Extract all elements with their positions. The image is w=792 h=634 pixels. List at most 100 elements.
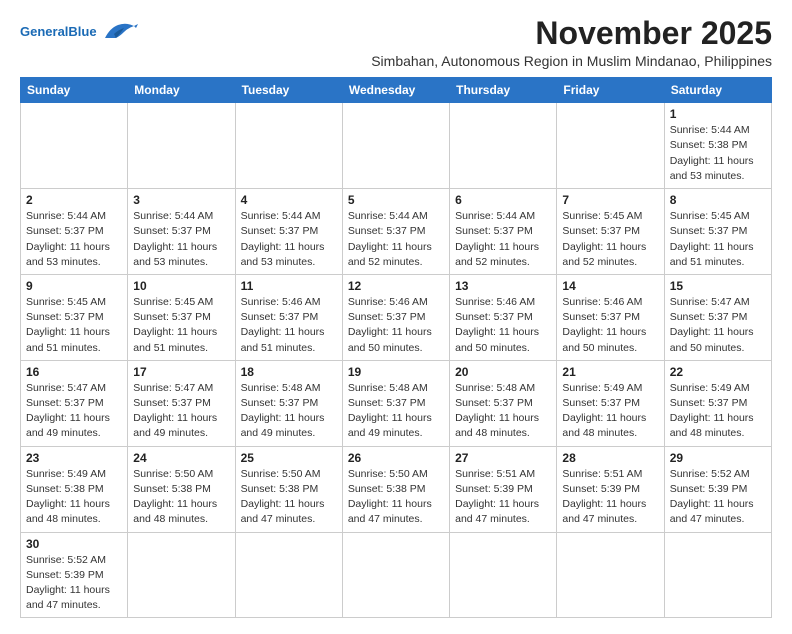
calendar-cell: 16Sunrise: 5:47 AMSunset: 5:37 PMDayligh… — [21, 360, 128, 446]
day-number: 22 — [670, 365, 766, 379]
logo-blue: Blue — [68, 24, 96, 39]
weekday-header-sunday: Sunday — [21, 78, 128, 103]
calendar-cell: 30 Sunrise: 5:52 AMSunset: 5:39 PMDayligh… — [21, 532, 128, 618]
day-info: Sunrise: 5:45 AMSunset: 5:37 PMDaylight:… — [562, 209, 658, 270]
day-info: Sunrise: 5:51 AMSunset: 5:39 PMDaylight:… — [455, 467, 551, 528]
day-number: 15 — [670, 279, 766, 293]
calendar-cell: 26Sunrise: 5:50 AMSunset: 5:38 PMDayligh… — [342, 446, 449, 532]
day-number: 7 — [562, 193, 658, 207]
calendar-cell: 20Sunrise: 5:48 AMSunset: 5:37 PMDayligh… — [450, 360, 557, 446]
calendar-cell — [450, 532, 557, 618]
calendar-cell: 19 Sunrise: 5:48 AMSunset: 5:37 PMDayligh… — [342, 360, 449, 446]
calendar-cell: 1Sunrise: 5:44 AMSunset: 5:38 PMDaylight… — [664, 103, 771, 189]
calendar-cell — [557, 532, 664, 618]
day-number: 14 — [562, 279, 658, 293]
day-number: 28 — [562, 451, 658, 465]
logo-bird-icon — [100, 20, 138, 42]
calendar-cell: 25 Sunrise: 5:50 AMSunset: 5:38 PMDayligh… — [235, 446, 342, 532]
day-info: Sunrise: 5:46 AMSunset: 5:37 PMDaylight:… — [348, 295, 444, 356]
weekday-header-tuesday: Tuesday — [235, 78, 342, 103]
day-info: Sunrise: 5:45 AMSunset: 5:37 PMDaylight:… — [133, 295, 229, 356]
day-info: Sunrise: 5:51 AMSunset: 5:39 PMDaylight:… — [562, 467, 658, 528]
day-number: 25 — [241, 451, 337, 465]
day-info: Sunrise: 5:52 AMSunset: 5:39 PMDaylight:… — [26, 553, 122, 614]
calendar-cell — [235, 103, 342, 189]
day-number: 6 — [455, 193, 551, 207]
calendar-cell: 17 Sunrise: 5:47 AMSunset: 5:37 PMDayligh… — [128, 360, 235, 446]
logo-text: GeneralBlue — [20, 25, 97, 38]
day-info: Sunrise: 5:52 AMSunset: 5:39 PMDaylight:… — [670, 467, 766, 528]
calendar-cell — [342, 103, 449, 189]
day-info: Sunrise: 5:49 AMSunset: 5:37 PMDaylight:… — [562, 381, 658, 442]
calendar-cell — [21, 103, 128, 189]
calendar-cell — [664, 532, 771, 618]
calendar-cell: 9Sunrise: 5:45 AMSunset: 5:37 PMDaylight… — [21, 274, 128, 360]
calendar-week-row: 30 Sunrise: 5:52 AMSunset: 5:39 PMDayligh… — [21, 532, 772, 618]
calendar-cell — [235, 532, 342, 618]
day-number: 27 — [455, 451, 551, 465]
day-number: 2 — [26, 193, 122, 207]
day-number: 16 — [26, 365, 122, 379]
day-number: 30 — [26, 537, 122, 551]
calendar-cell: 12 Sunrise: 5:46 AMSunset: 5:37 PMDayligh… — [342, 274, 449, 360]
day-info: Sunrise: 5:48 AMSunset: 5:37 PMDaylight:… — [348, 381, 444, 442]
day-number: 19 — [348, 365, 444, 379]
day-info: Sunrise: 5:50 AMSunset: 5:38 PMDaylight:… — [241, 467, 337, 528]
day-number: 11 — [241, 279, 337, 293]
day-info: Sunrise: 5:49 AMSunset: 5:38 PMDaylight:… — [26, 467, 122, 528]
day-number: 23 — [26, 451, 122, 465]
calendar-cell — [450, 103, 557, 189]
calendar-cell: 18Sunrise: 5:48 AMSunset: 5:37 PMDayligh… — [235, 360, 342, 446]
day-number: 9 — [26, 279, 122, 293]
calendar-cell: 14Sunrise: 5:46 AMSunset: 5:37 PMDayligh… — [557, 274, 664, 360]
day-info: Sunrise: 5:46 AMSunset: 5:37 PMDaylight:… — [241, 295, 337, 356]
weekday-header-monday: Monday — [128, 78, 235, 103]
day-info: Sunrise: 5:44 AMSunset: 5:37 PMDaylight:… — [455, 209, 551, 270]
calendar-week-row: 9 Sunrise: 5:45 AMSunset: 5:37 PMDaylight… — [21, 274, 772, 360]
weekday-header-wednesday: Wednesday — [342, 78, 449, 103]
calendar-cell: 3Sunrise: 5:44 AMSunset: 5:37 PMDaylight… — [128, 189, 235, 275]
weekday-header-thursday: Thursday — [450, 78, 557, 103]
day-number: 29 — [670, 451, 766, 465]
day-info: Sunrise: 5:50 AMSunset: 5:38 PMDaylight:… — [348, 467, 444, 528]
calendar-cell: 10 Sunrise: 5:45 AMSunset: 5:37 PMDayligh… — [128, 274, 235, 360]
day-number: 5 — [348, 193, 444, 207]
day-info: Sunrise: 5:46 AMSunset: 5:37 PMDaylight:… — [455, 295, 551, 356]
day-number: 8 — [670, 193, 766, 207]
weekday-header-friday: Friday — [557, 78, 664, 103]
day-number: 20 — [455, 365, 551, 379]
calendar-cell: 29 Sunrise: 5:52 AMSunset: 5:39 PMDayligh… — [664, 446, 771, 532]
calendar-cell: 24Sunrise: 5:50 AMSunset: 5:38 PMDayligh… — [128, 446, 235, 532]
location-subtitle: Simbahan, Autonomous Region in Muslim Mi… — [371, 53, 772, 69]
day-info: Sunrise: 5:45 AMSunset: 5:37 PMDaylight:… — [670, 209, 766, 270]
calendar-cell: 8 Sunrise: 5:45 AMSunset: 5:37 PMDaylight… — [664, 189, 771, 275]
calendar-cell: 13 Sunrise: 5:46 AMSunset: 5:37 PMDayligh… — [450, 274, 557, 360]
calendar-cell — [128, 532, 235, 618]
day-number: 13 — [455, 279, 551, 293]
title-area: November 2025 Simbahan, Autonomous Regio… — [371, 16, 772, 69]
day-info: Sunrise: 5:44 AMSunset: 5:37 PMDaylight:… — [348, 209, 444, 270]
calendar-cell: 6 Sunrise: 5:44 AMSunset: 5:37 PMDaylight… — [450, 189, 557, 275]
calendar-cell — [342, 532, 449, 618]
logo-general: General — [20, 24, 68, 39]
day-info: Sunrise: 5:47 AMSunset: 5:37 PMDaylight:… — [133, 381, 229, 442]
calendar-cell: 22Sunrise: 5:49 AMSunset: 5:37 PMDayligh… — [664, 360, 771, 446]
day-number: 3 — [133, 193, 229, 207]
calendar-cell — [557, 103, 664, 189]
day-info: Sunrise: 5:47 AMSunset: 5:37 PMDaylight:… — [670, 295, 766, 356]
day-info: Sunrise: 5:50 AMSunset: 5:38 PMDaylight:… — [133, 467, 229, 528]
logo: GeneralBlue — [20, 20, 138, 42]
calendar-cell: 4Sunrise: 5:44 AMSunset: 5:37 PMDaylight… — [235, 189, 342, 275]
day-number: 21 — [562, 365, 658, 379]
calendar-cell: 7 Sunrise: 5:45 AMSunset: 5:37 PMDaylight… — [557, 189, 664, 275]
calendar-week-row: 1Sunrise: 5:44 AMSunset: 5:38 PMDaylight… — [21, 103, 772, 189]
calendar-cell: 27 Sunrise: 5:51 AMSunset: 5:39 PMDayligh… — [450, 446, 557, 532]
weekday-header-row: SundayMondayTuesdayWednesdayThursdayFrid… — [21, 78, 772, 103]
day-info: Sunrise: 5:44 AMSunset: 5:37 PMDaylight:… — [26, 209, 122, 270]
day-number: 12 — [348, 279, 444, 293]
page-header: GeneralBlue November 2025 Simbahan, Auto… — [20, 16, 772, 69]
day-number: 10 — [133, 279, 229, 293]
weekday-header-saturday: Saturday — [664, 78, 771, 103]
calendar-cell: 11 Sunrise: 5:46 AMSunset: 5:37 PMDayligh… — [235, 274, 342, 360]
day-number: 17 — [133, 365, 229, 379]
